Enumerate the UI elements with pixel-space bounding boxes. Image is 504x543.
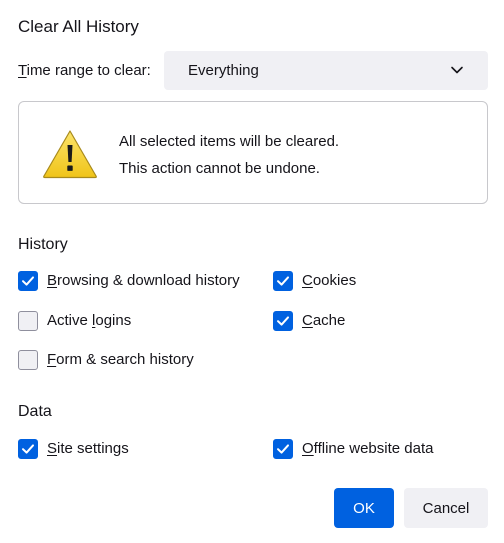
- dialog-title: Clear All History: [18, 17, 139, 36]
- checkbox-label: Offline website data: [302, 440, 434, 457]
- history-heading: History: [18, 236, 68, 253]
- checkbox-cache[interactable]: Cache: [273, 311, 345, 331]
- checkbox-label: Active logins: [47, 312, 132, 329]
- checkbox-label: Cache: [302, 312, 346, 329]
- ok-button[interactable]: OK: [334, 488, 394, 528]
- checkbox-checked-icon[interactable]: [18, 271, 38, 291]
- checkbox-label: Browsing & download history: [47, 272, 240, 289]
- checkbox-label: Form & search history: [47, 351, 194, 368]
- warning-message-line1: All selected items will be cleared.: [119, 133, 340, 150]
- checkbox-browsing-download-history[interactable]: Browsing & download history: [18, 271, 240, 291]
- time-range-label: Time range to clear:: [18, 61, 151, 81]
- checkbox-unchecked-icon[interactable]: [18, 311, 38, 331]
- checkbox-checked-icon[interactable]: [273, 311, 293, 331]
- checkbox-unchecked-icon[interactable]: [18, 350, 38, 370]
- checkbox-label: Cookies: [302, 272, 357, 289]
- time-range-label-accesskey: T: [18, 62, 27, 79]
- checkbox-checked-icon[interactable]: [18, 439, 38, 459]
- checkbox-offline-website-data[interactable]: Offline website data: [273, 439, 433, 459]
- checkbox-checked-icon[interactable]: [273, 439, 293, 459]
- checkbox-label: Site settings: [47, 440, 129, 457]
- warning-box: All selected items will be cleared. This…: [18, 101, 488, 204]
- time-range-label-text: ime range to clear:: [26, 62, 151, 79]
- chevron-down-icon: [451, 66, 463, 74]
- checkbox-cookies[interactable]: Cookies: [273, 271, 356, 291]
- checkbox-active-logins[interactable]: Active logins: [18, 311, 131, 331]
- checkbox-form-search-history[interactable]: Form & search history: [18, 350, 194, 370]
- data-heading: Data: [18, 403, 52, 420]
- cancel-button[interactable]: Cancel: [404, 488, 488, 528]
- checkbox-checked-icon[interactable]: [273, 271, 293, 291]
- checkbox-site-settings[interactable]: Site settings: [18, 439, 129, 459]
- time-range-select[interactable]: Everything: [164, 51, 488, 90]
- warning-triangle-icon: [43, 130, 97, 179]
- time-range-value: Everything: [188, 62, 259, 79]
- warning-message-line2: This action cannot be undone.: [119, 160, 320, 177]
